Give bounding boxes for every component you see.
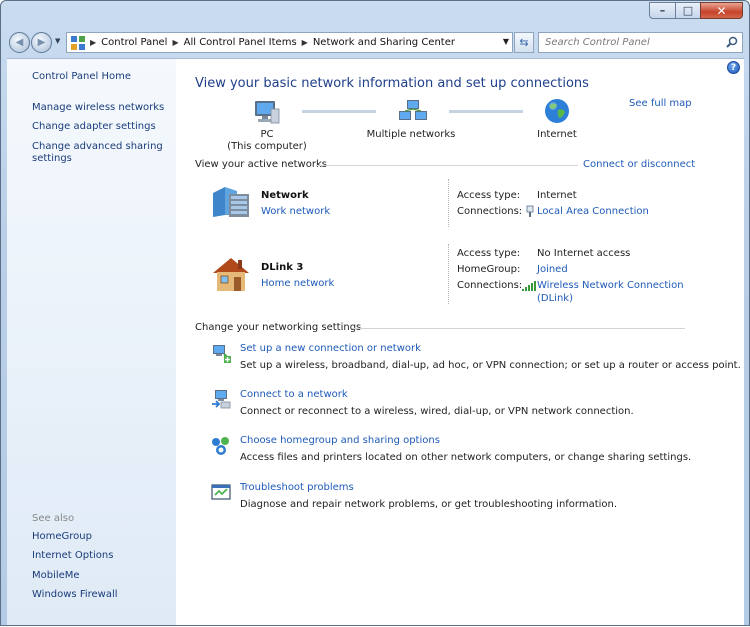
close-button[interactable]: ✕ bbox=[700, 2, 743, 19]
address-dropdown-icon[interactable]: ▼ bbox=[503, 37, 509, 46]
choose-homegroup-link[interactable]: Choose homegroup and sharing options bbox=[240, 435, 440, 446]
local-area-connection-link[interactable]: Local Area Connection bbox=[537, 206, 649, 217]
new-connection-icon[interactable] bbox=[210, 342, 232, 364]
change-advanced-sharing-link-line2[interactable]: settings bbox=[32, 153, 72, 165]
map-connector-line bbox=[449, 110, 523, 113]
search-input[interactable]: Search Control Panel bbox=[538, 32, 743, 53]
homegroup-icon[interactable] bbox=[210, 435, 232, 457]
network-2-name: DLink 3 bbox=[261, 262, 304, 273]
network-2-connections-label: Connections: bbox=[457, 280, 523, 291]
mobileme-link[interactable]: MobileMe bbox=[32, 570, 80, 581]
breadcrumb-control-panel[interactable]: Control Panel bbox=[101, 37, 167, 48]
change-advanced-sharing-link[interactable]: Change advanced sharing bbox=[32, 141, 163, 153]
homegroup-link[interactable]: HomeGroup bbox=[32, 531, 92, 542]
wireless-signal-icon bbox=[522, 281, 536, 294]
back-button[interactable]: ◀ bbox=[9, 32, 30, 53]
breadcrumb-separator-icon: ▶ bbox=[90, 38, 97, 47]
network-2-type-link[interactable]: Home network bbox=[261, 278, 334, 289]
maximize-button[interactable]: □ bbox=[675, 2, 700, 19]
windows-firewall-link[interactable]: Windows Firewall bbox=[32, 589, 118, 600]
navigation-bar: ◀ ▶ ▼ ▶ Control Panel ▶ All Control Pane… bbox=[8, 30, 743, 55]
choose-homegroup-description: Access files and printers located on oth… bbox=[240, 452, 692, 463]
question-mark-icon: ? bbox=[730, 62, 737, 73]
search-icon[interactable] bbox=[726, 36, 738, 51]
refresh-button[interactable]: ⇆ bbox=[514, 32, 534, 53]
address-bar[interactable]: ▶ Control Panel ▶ All Control Panel Item… bbox=[66, 32, 513, 53]
network-1-access-type-value: Internet bbox=[537, 190, 577, 201]
active-networks-heading: View your active networks bbox=[195, 159, 327, 170]
network-1-type-link[interactable]: Work network bbox=[261, 206, 330, 217]
content-area: Control Panel Home Manage wireless netwo… bbox=[7, 58, 744, 625]
wireless-network-connection-link-line2[interactable]: (DLink) bbox=[537, 293, 573, 304]
pc-label-text: PC bbox=[260, 129, 274, 140]
arrow-right-icon: ▶ bbox=[37, 37, 46, 48]
homegroup-joined-link[interactable]: Joined bbox=[537, 264, 568, 275]
pc-node-icon[interactable] bbox=[251, 99, 281, 129]
arrow-left-icon: ◀ bbox=[15, 37, 24, 48]
setup-new-connection-link[interactable]: Set up a new connection or network bbox=[240, 343, 421, 354]
close-icon: ✕ bbox=[716, 3, 727, 18]
network-2-homegroup-label: HomeGroup: bbox=[457, 264, 521, 275]
pc-label: PC (This computer) bbox=[227, 129, 307, 153]
recent-pages-dropdown[interactable]: ▼ bbox=[55, 37, 60, 45]
page-title: View your basic network information and … bbox=[195, 76, 589, 91]
manage-wireless-networks-link[interactable]: Manage wireless networks bbox=[32, 102, 164, 114]
search-placeholder: Search Control Panel bbox=[545, 37, 650, 48]
troubleshoot-problems-link[interactable]: Troubleshoot problems bbox=[240, 482, 354, 493]
network-1-separator bbox=[448, 179, 450, 227]
connect-or-disconnect-link[interactable]: Connect or disconnect bbox=[583, 159, 695, 170]
see-also-heading: See also bbox=[32, 513, 75, 524]
networking-settings-heading: Change your networking settings bbox=[195, 322, 362, 333]
breadcrumb-all-items[interactable]: All Control Panel Items bbox=[184, 37, 297, 48]
home-network-icon[interactable] bbox=[209, 255, 253, 296]
connect-to-network-description: Connect or reconnect to a wireless, wire… bbox=[240, 406, 634, 417]
breadcrumb-separator-icon[interactable]: ▶ bbox=[172, 38, 178, 47]
work-network-icon[interactable] bbox=[211, 185, 251, 222]
wireless-network-connection-link[interactable]: Wireless Network Connection bbox=[537, 280, 684, 291]
maximize-icon: □ bbox=[682, 4, 694, 17]
help-button[interactable]: ? bbox=[727, 61, 740, 74]
control-panel-window: – □ ✕ ◀ ▶ ▼ ▶ Control Panel ▶ All Contro… bbox=[0, 0, 750, 626]
network-1-access-type-label: Access type: bbox=[457, 190, 521, 201]
multiple-networks-node-icon[interactable] bbox=[398, 99, 428, 129]
active-networks-divider bbox=[316, 165, 578, 166]
internet-options-link[interactable]: Internet Options bbox=[32, 550, 113, 561]
connect-network-icon[interactable] bbox=[210, 388, 232, 410]
internet-globe-icon[interactable] bbox=[543, 97, 571, 129]
caption-buttons: – □ ✕ bbox=[649, 2, 743, 19]
setup-new-connection-description: Set up a wireless, broadband, dial-up, a… bbox=[240, 360, 741, 371]
see-full-map-link[interactable]: See full map bbox=[629, 98, 692, 109]
troubleshoot-problems-description: Diagnose and repair network problems, or… bbox=[240, 499, 618, 510]
control-panel-home-link[interactable]: Control Panel Home bbox=[32, 71, 131, 83]
networking-settings-divider bbox=[352, 328, 685, 329]
minimize-button[interactable]: – bbox=[649, 2, 675, 19]
change-adapter-settings-link[interactable]: Change adapter settings bbox=[32, 121, 156, 133]
breadcrumb-separator-icon[interactable]: ▶ bbox=[302, 38, 308, 47]
ethernet-icon bbox=[526, 205, 534, 220]
forward-button[interactable]: ▶ bbox=[31, 32, 52, 53]
main-panel: ? View your basic network information an… bbox=[176, 59, 744, 625]
network-2-access-type-value: No Internet access bbox=[537, 248, 631, 259]
network-1-name: Network bbox=[261, 190, 309, 201]
internet-label: Internet bbox=[537, 129, 577, 140]
multiple-networks-label: Multiple networks bbox=[366, 129, 456, 140]
pc-sublabel-text: (This computer) bbox=[227, 141, 307, 152]
troubleshoot-icon[interactable] bbox=[210, 481, 232, 503]
connect-to-network-link[interactable]: Connect to a network bbox=[240, 389, 348, 400]
refresh-icon: ⇆ bbox=[519, 36, 529, 49]
task-pane: Control Panel Home Manage wireless netwo… bbox=[7, 59, 176, 625]
control-panel-icon bbox=[71, 35, 85, 50]
network-2-separator bbox=[448, 244, 450, 304]
minimize-icon: – bbox=[659, 4, 666, 17]
network-2-access-type-label: Access type: bbox=[457, 248, 521, 259]
map-connector-line bbox=[302, 110, 376, 113]
network-1-connections-label: Connections: bbox=[457, 206, 523, 217]
breadcrumb-network-sharing-center[interactable]: Network and Sharing Center bbox=[313, 37, 455, 48]
